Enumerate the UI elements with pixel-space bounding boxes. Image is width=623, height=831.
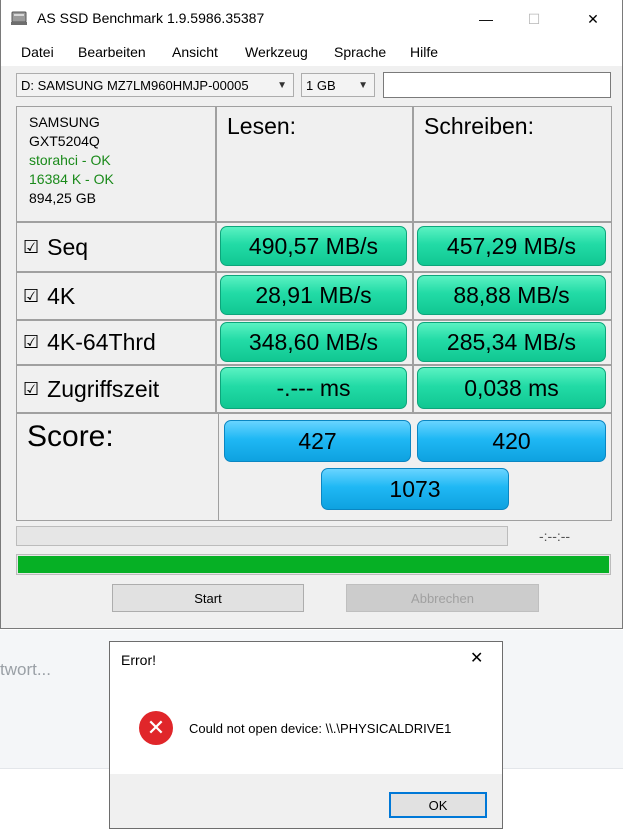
chevron-down-icon: ▼ (358, 80, 368, 91)
abort-button[interactable]: Abbrechen (346, 584, 539, 612)
name-input[interactable] (383, 72, 611, 98)
test-label-4k: 4K (47, 282, 76, 309)
minimize-button[interactable]: — (463, 0, 509, 38)
chevron-down-icon: ▼ (277, 80, 287, 91)
overall-progress-bar (16, 554, 611, 575)
dialog-footer: OK (110, 774, 502, 828)
dialog-title: Error! (121, 652, 156, 668)
drive-info-panel: SAMSUNG GXT5204Q storahci - OK 16384 K -… (16, 106, 216, 222)
size-select[interactable]: 1 GB ▼ (301, 73, 375, 97)
score-label: Score: (27, 420, 114, 453)
driver-status: storahci - OK (29, 152, 111, 168)
menu-datei[interactable]: Datei (21, 44, 54, 60)
drive-select[interactable]: D: SAMSUNG MZ7LM960HMJP-00005 ▼ (16, 73, 294, 97)
drive-firmware: GXT5204Q (29, 133, 100, 149)
title-bar[interactable]: AS SSD Benchmark 1.9.5986.35387 — ☐ ✕ (1, 0, 622, 38)
drive-select-value: D: SAMSUNG MZ7LM960HMJP-00005 (21, 78, 249, 93)
test-label-4k-64thrd: 4K-64Thrd (47, 329, 156, 355)
test-row-4k-64thrd[interactable]: ☑ 4K-64Thrd (16, 320, 216, 365)
checkbox-icon[interactable]: ☑ (23, 286, 39, 307)
checkbox-icon[interactable]: ☑ (23, 379, 39, 400)
elapsed-time: -:--:-- (539, 528, 571, 544)
menu-werkzeug[interactable]: Werkzeug (245, 44, 308, 60)
ok-button[interactable]: OK (389, 792, 487, 818)
checkbox-icon[interactable]: ☑ (23, 237, 39, 258)
score-read: 427 (224, 420, 411, 462)
alignment-status: 16384 K - OK (29, 171, 114, 187)
read-header-label: Lesen: (227, 113, 297, 139)
4k-read-result: 28,91 MB/s (220, 275, 407, 315)
score-total: 1073 (321, 468, 509, 510)
drive-capacity: 894,25 GB (29, 190, 96, 206)
error-icon: ✕ (139, 711, 173, 745)
read-column-header: Lesen: (216, 106, 413, 222)
drive-vendor: SAMSUNG (29, 114, 100, 130)
close-button[interactable]: ✕ (570, 0, 616, 38)
4k64-write-result: 285,34 MB/s (417, 322, 606, 362)
checkbox-icon[interactable]: ☑ (23, 332, 39, 353)
score-write: 420 (417, 420, 606, 462)
window-title: AS SSD Benchmark 1.9.5986.35387 (37, 10, 265, 26)
menu-hilfe[interactable]: Hilfe (410, 44, 438, 60)
write-header-label: Schreiben: (424, 113, 534, 139)
menu-ansicht[interactable]: Ansicht (172, 44, 218, 60)
menu-bar: Datei Bearbeiten Ansicht Werkzeug Sprach… (1, 38, 622, 66)
4k64-read-result: 348,60 MB/s (220, 322, 407, 362)
dialog-close-button[interactable]: ✕ (470, 648, 483, 668)
seq-write-result: 457,29 MB/s (417, 226, 606, 266)
test-progress-bar (16, 526, 508, 546)
menu-bearbeiten[interactable]: Bearbeiten (78, 44, 146, 60)
test-label-access-time: Zugriffszeit (47, 375, 160, 402)
access-write-result: 0,038 ms (417, 367, 606, 409)
access-read-result: -.--- ms (220, 367, 407, 409)
dialog-message: Could not open device: \\.\PHYSICALDRIVE… (189, 721, 452, 736)
4k-write-result: 88,88 MB/s (417, 275, 606, 315)
test-row-4k[interactable]: ☑ 4K (16, 272, 216, 320)
error-dialog: Error! ✕ ✕ Could not open device: \\.\PH… (109, 641, 503, 829)
menu-sprache[interactable]: Sprache (334, 44, 386, 60)
test-row-access-time[interactable]: ☑ Zugriffszeit (16, 365, 216, 413)
maximize-button[interactable]: ☐ (511, 0, 557, 38)
write-column-header: Schreiben: (413, 106, 612, 222)
disk-app-icon (11, 11, 27, 25)
overall-progress-fill (18, 556, 609, 573)
test-row-seq[interactable]: ☑ Seq (16, 222, 216, 272)
seq-read-result: 490,57 MB/s (220, 226, 407, 266)
background-partial-text: twort... (0, 660, 52, 679)
score-label-cell: Score: (16, 413, 219, 521)
start-button[interactable]: Start (112, 584, 304, 612)
size-select-value: 1 GB (306, 78, 336, 93)
main-window: AS SSD Benchmark 1.9.5986.35387 — ☐ ✕ Da… (0, 0, 623, 629)
test-label-seq: Seq (47, 233, 89, 260)
